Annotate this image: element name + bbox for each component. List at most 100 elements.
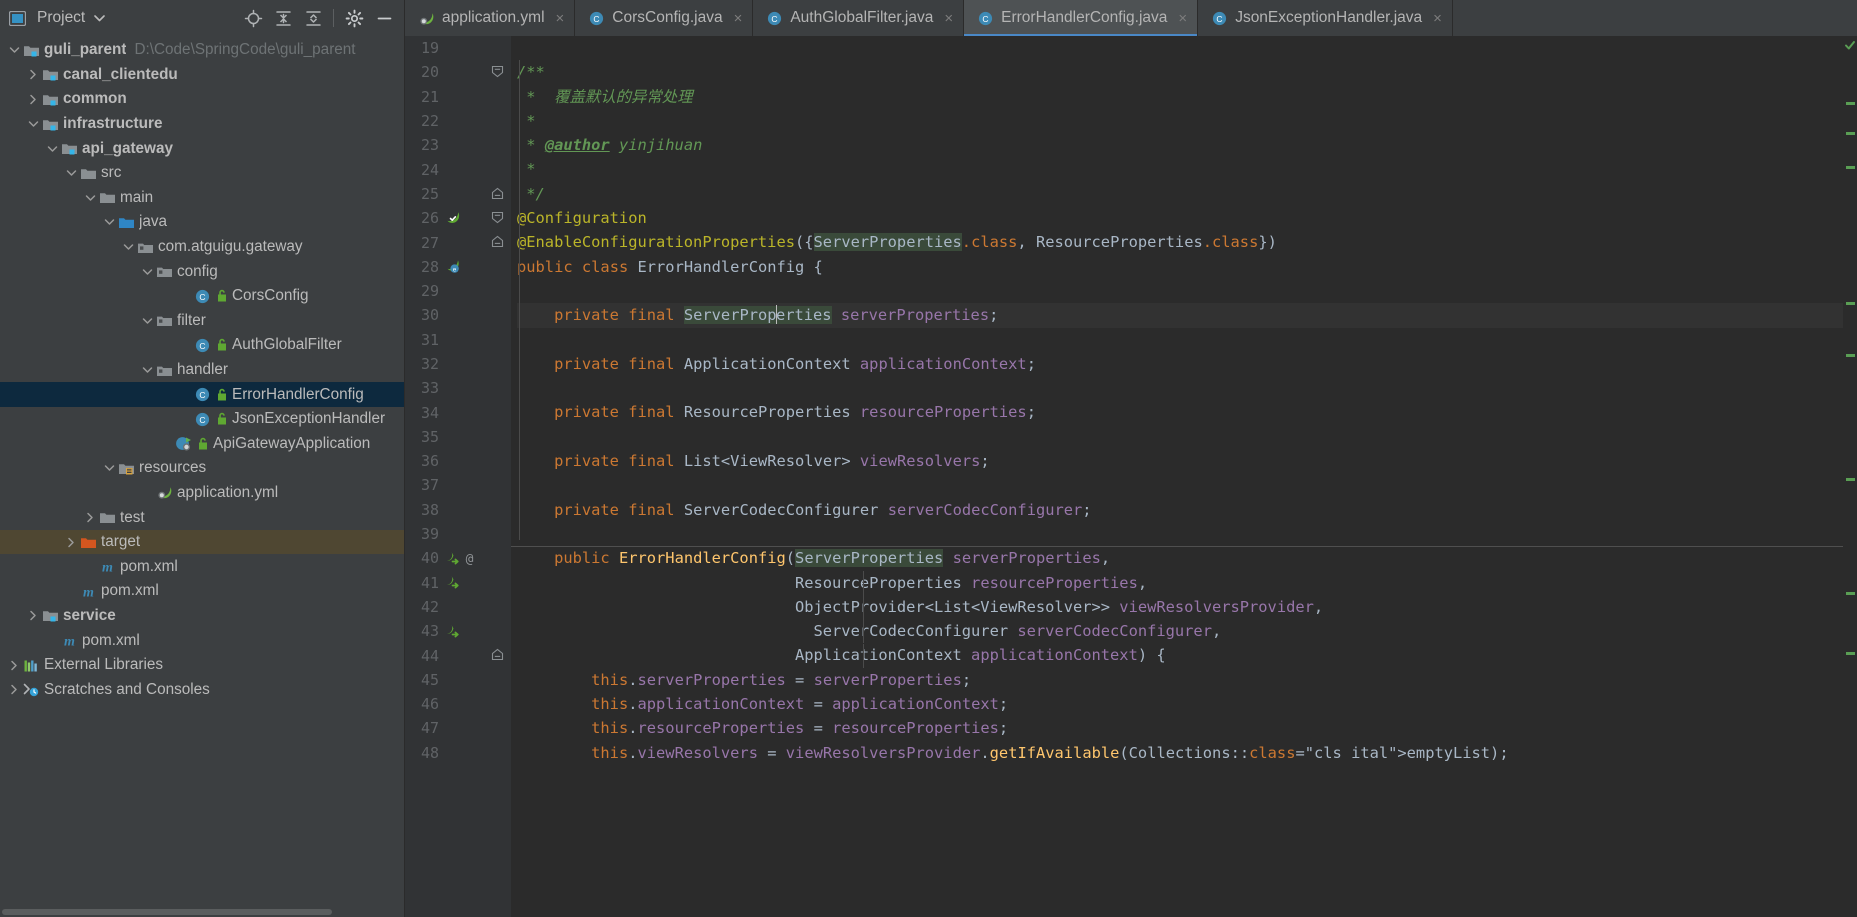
gutter-line-31[interactable]: 31 [405,328,487,352]
gutter-line-21[interactable]: 21 [405,85,487,109]
implemented-method-icon[interactable] [444,574,460,592]
code-line-24[interactable]: * [517,157,1843,181]
fold-slot-44[interactable] [487,643,511,667]
tree-node-src[interactable]: src [0,161,404,186]
tree-node-application-yml[interactable]: application.yml [0,481,404,506]
scrollbar-thumb[interactable] [2,909,332,915]
tree-node-config[interactable]: config [0,259,404,284]
fold-expanded-icon[interactable] [491,211,504,224]
fold-end-icon[interactable] [491,235,504,248]
close-icon[interactable]: × [734,10,743,27]
editor-marker-stripe[interactable] [1843,36,1857,917]
gutter-line-43[interactable]: 43 [405,619,487,643]
code-line-29[interactable] [517,279,1843,303]
editor-tab-errorhandlerconfig-java[interactable]: C ErrorHandlerConfig.java × [964,0,1198,36]
chevron-down-icon[interactable] [92,9,106,27]
gutter-line-48[interactable]: 48 [405,741,487,765]
tree-node-errorhandlerconfig[interactable]: C ErrorHandlerConfig [0,382,404,407]
code-line-40[interactable]: public ErrorHandlerConfig(ServerProperti… [517,546,1843,570]
code-line-44[interactable]: ApplicationContext applicationContext) { [517,643,1843,667]
code-line-41[interactable]: ResourceProperties resourceProperties, [517,571,1843,595]
code-line-27[interactable]: @EnableConfigurationProperties({ServerPr… [517,230,1843,254]
code-line-34[interactable]: private final ResourceProperties resourc… [517,400,1843,424]
chevron-down-icon[interactable] [82,190,98,206]
gutter-line-37[interactable]: 37 [405,473,487,497]
editor-tab-application-yml[interactable]: application.yml × [405,0,575,36]
chevron-right-icon[interactable] [25,67,41,83]
editor-horizontal-scrollbar[interactable] [511,911,1843,917]
fold-expanded-icon[interactable] [491,65,504,78]
implemented-method-icon[interactable] [444,549,460,567]
gear-icon[interactable] [340,4,368,32]
code-line-26[interactable]: @Configuration [517,206,1843,230]
tree-node-java[interactable]: java [0,210,404,235]
editor-tab-corsconfig-java[interactable]: C CorsConfig.java × [575,0,753,36]
close-icon[interactable]: × [556,10,565,27]
chevron-down-icon[interactable] [101,214,117,230]
code-line-31[interactable] [517,328,1843,352]
collapse-all-icon[interactable] [299,4,327,32]
gutter-line-47[interactable]: 47 [405,716,487,740]
gutter-line-35[interactable]: 35 [405,425,487,449]
chevron-right-icon[interactable] [6,682,22,698]
chevron-down-icon[interactable] [139,362,155,378]
code-line-48[interactable]: this.viewResolvers = viewResolversProv… [517,741,1843,765]
gutter-line-33[interactable]: 33 [405,376,487,400]
gutter-line-22[interactable]: 22 [405,109,487,133]
gutter-line-20[interactable]: 20 [405,60,487,84]
tree-node-apigatewayapplication[interactable]: ApiGatewayApplication [0,432,404,457]
tree-node-filter[interactable]: filter [0,309,404,334]
chevron-right-icon[interactable] [6,657,22,673]
tree-node-pom-xml[interactable]: m pom.xml [0,628,404,653]
chevron-down-icon[interactable] [6,42,22,58]
code-line-30[interactable]: private final ServerProperties serverPro… [517,303,1843,327]
tree-node-com-atguigu-gateway[interactable]: com.atguigu.gateway [0,235,404,260]
tree-node-jsonexceptionhandler[interactable]: C JsonExceptionHandler [0,407,404,432]
tree-node-canal-clientedu[interactable]: canal_clientedu [0,63,404,88]
close-icon[interactable]: × [944,10,953,27]
gutter-line-40[interactable]: 40 @ [405,546,487,570]
tree-node-authglobalfilter[interactable]: C AuthGlobalFilter [0,333,404,358]
expand-all-icon[interactable] [269,4,297,32]
close-icon[interactable]: × [1178,10,1187,27]
tree-node-resources[interactable]: resources [0,456,404,481]
code-line-37[interactable] [517,473,1843,497]
code-line-33[interactable] [517,376,1843,400]
chevron-right-icon[interactable] [25,91,41,107]
code-line-45[interactable]: this.serverProperties = serverProperti… [517,668,1843,692]
fold-slot-20[interactable] [487,60,511,84]
chevron-down-icon[interactable] [63,165,79,181]
chevron-right-icon[interactable] [82,510,98,526]
gutter-line-29[interactable]: 29 [405,279,487,303]
gutter-line-24[interactable]: 24 [405,157,487,181]
gutter-line-38[interactable]: 38 [405,498,487,522]
code-line-19[interactable] [517,36,1843,60]
fold-end-icon[interactable] [491,648,504,661]
spring-bean-icon[interactable] [444,209,460,227]
editor-fold-column[interactable] [487,36,511,917]
code-line-42[interactable]: ObjectProvider<List<ViewResolver>> viewR… [517,595,1843,619]
code-line-38[interactable]: private final ServerCodecConfigurer serv… [517,498,1843,522]
editor-tab-authglobalfilter-java[interactable]: C AuthGlobalFilter.java × [753,0,964,36]
gutter-line-27[interactable]: 27 [405,230,487,254]
chevron-down-icon[interactable] [25,116,41,132]
gutter-line-36[interactable]: 36 [405,449,487,473]
tree-node-main[interactable]: main [0,186,404,211]
chevron-right-icon[interactable] [63,534,79,550]
code-line-36[interactable]: private final List<ViewResolver> viewRes… [517,449,1843,473]
code-line-43[interactable]: ServerCodecConfigurer serverCodecConfigu… [517,619,1843,643]
minimize-icon[interactable] [370,4,398,32]
gutter-line-30[interactable]: 30 [405,303,487,327]
gutter-line-46[interactable]: 46 [405,692,487,716]
code-line-22[interactable]: * [517,109,1843,133]
tree-node-test[interactable]: test [0,505,404,530]
tree-node-pom-xml[interactable]: m pom.xml [0,554,404,579]
gutter-line-34[interactable]: 34 [405,400,487,424]
fold-slot-26[interactable] [487,206,511,230]
code-editor[interactable]: 19 20 21 22 23 24 25 26 27 28 e 29 30 31 32 33 34 35 36 37 3… [405,36,1857,917]
editor-tab-jsonexceptionhandler-java[interactable]: C JsonExceptionHandler.java × [1198,0,1453,36]
inspection-status-icon[interactable] [1843,36,1857,56]
code-line-28[interactable]: public class ErrorHandlerConfig { [517,255,1843,279]
gutter-line-41[interactable]: 41 [405,571,487,595]
chevron-right-icon[interactable] [25,608,41,624]
